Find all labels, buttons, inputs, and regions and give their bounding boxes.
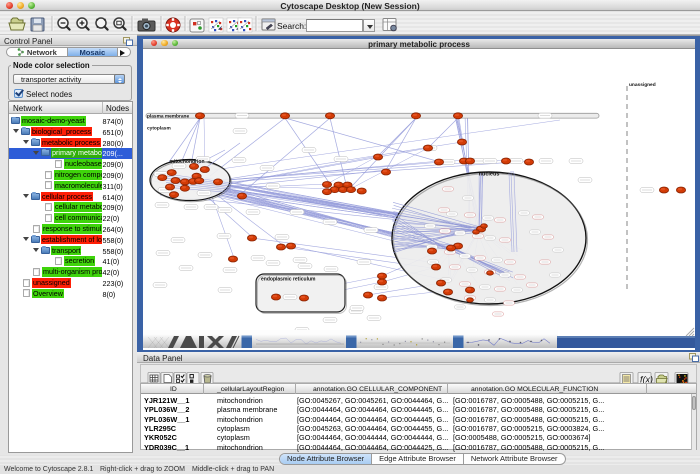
svg-text:mitochondrion: mitochondrion (170, 159, 205, 165)
svg-text:endoplasmic reticulum: endoplasmic reticulum (261, 277, 316, 283)
svg-text:plasma membrane: plasma membrane (147, 113, 189, 119)
svg-text:cytoplasm: cytoplasm (147, 126, 171, 132)
svg-text:unassigned: unassigned (629, 82, 656, 88)
svg-text:nucleus: nucleus (479, 172, 500, 178)
